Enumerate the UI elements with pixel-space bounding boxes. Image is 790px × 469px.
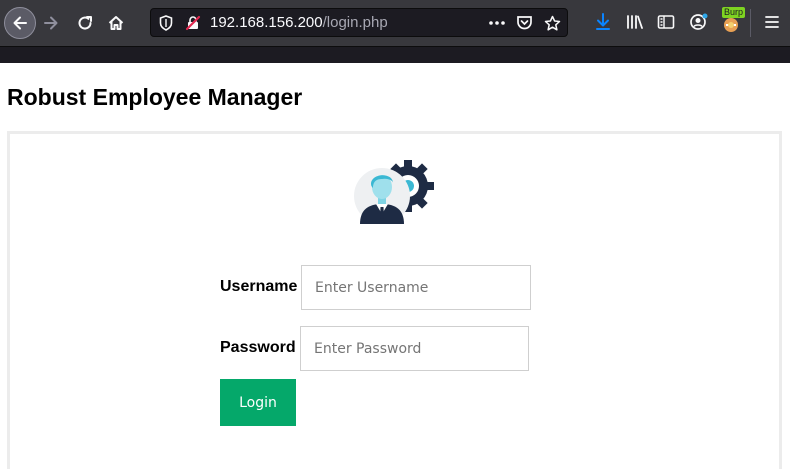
page-title: Robust Employee Manager xyxy=(7,84,303,110)
hamburger-menu-icon[interactable] xyxy=(761,11,783,33)
toolbar-divider xyxy=(750,9,751,37)
arrow-right-icon xyxy=(44,16,58,30)
library-icon[interactable] xyxy=(624,11,646,33)
reload-icon xyxy=(78,16,92,30)
url-bar[interactable]: 192.168.156.200/login.php xyxy=(150,8,568,37)
account-icon[interactable] xyxy=(688,11,710,33)
back-button[interactable] xyxy=(4,7,36,39)
username-label: Username xyxy=(220,278,298,295)
employee-gear-icon xyxy=(354,160,434,224)
home-icon xyxy=(108,16,124,30)
ellipsis-icon[interactable] xyxy=(488,14,506,32)
url-host: 192.168.156.200 xyxy=(210,14,323,31)
home-button[interactable] xyxy=(101,8,131,38)
password-input[interactable] xyxy=(300,326,529,371)
tracking-shield-icon[interactable] xyxy=(157,14,175,32)
arrow-left-icon xyxy=(13,16,27,30)
sidebar-icon[interactable] xyxy=(655,11,677,33)
download-icon[interactable] xyxy=(592,11,614,33)
toolbar-strip xyxy=(0,46,790,63)
password-label: Password xyxy=(220,339,296,356)
username-input[interactable] xyxy=(301,265,531,310)
burp-badge: Burp xyxy=(722,7,746,18)
star-icon[interactable] xyxy=(543,14,561,32)
login-button[interactable]: Login xyxy=(220,379,296,426)
insecure-lock-icon[interactable] xyxy=(184,14,202,32)
browser-toolbar: 192.168.156.200/login.php Burp xyxy=(0,0,790,46)
url-text[interactable]: 192.168.156.200/login.php xyxy=(210,14,388,31)
reload-button[interactable] xyxy=(70,8,100,38)
pocket-icon[interactable] xyxy=(515,14,533,32)
url-path: /login.php xyxy=(322,14,388,31)
forward-button[interactable] xyxy=(36,8,66,38)
